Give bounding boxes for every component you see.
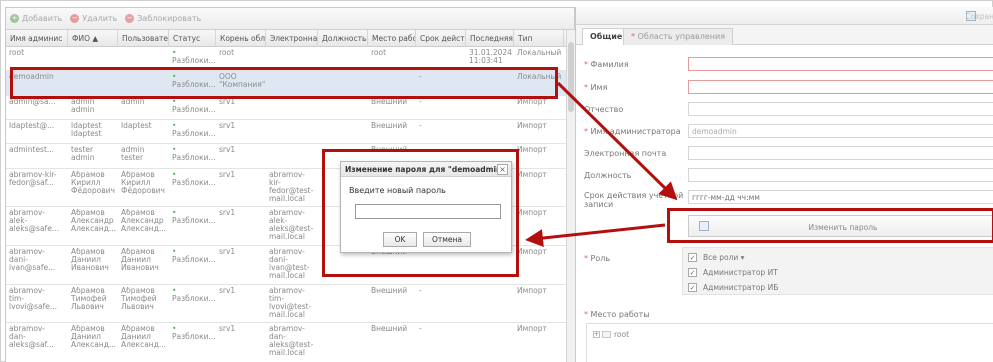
cancel-button[interactable]: Отмена — [423, 232, 471, 247]
ok-button[interactable]: OK — [383, 232, 417, 247]
change-password-dialog: Изменение пароля для "demoadmin" × Введи… — [340, 161, 512, 253]
dialog-title: Изменение пароля для "demoadmin" — [341, 162, 511, 177]
arrow-row-to-button — [556, 81, 678, 201]
new-password-input[interactable] — [355, 204, 501, 219]
app-window: + Добавить − Удалить − Заблокировать Имя… — [0, 0, 993, 362]
close-icon[interactable]: × — [497, 164, 508, 175]
arrow-button-to-dialog — [525, 223, 666, 247]
dialog-prompt: Введите новый пароль — [349, 186, 446, 195]
